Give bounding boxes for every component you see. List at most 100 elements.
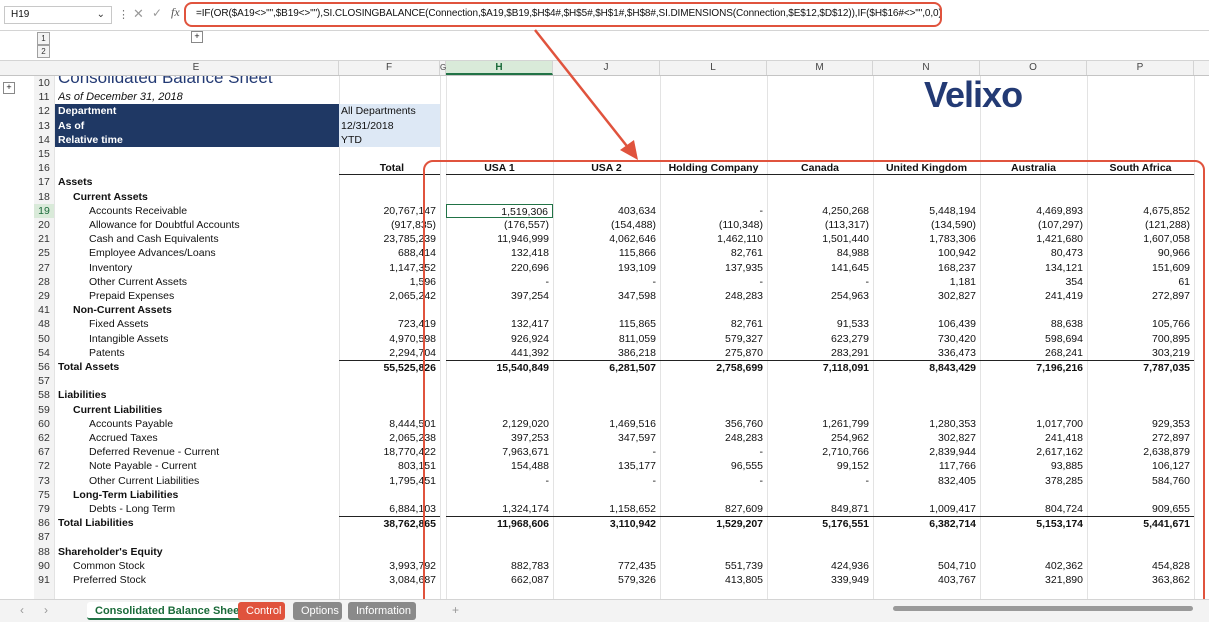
row-header[interactable]: 29 [34, 289, 54, 303]
group-label[interactable]: Long-Term Liabilities [73, 488, 338, 502]
total-cell[interactable]: 6,382,714 [873, 516, 980, 530]
value-cell[interactable]: 339,949 [767, 573, 873, 587]
value-cell[interactable]: 4,970,598 [339, 332, 440, 346]
total-cell[interactable]: 8,843,429 [873, 360, 980, 374]
total-cell[interactable]: 2,758,699 [660, 360, 767, 374]
value-cell[interactable]: 99,152 [767, 459, 873, 473]
row-header[interactable]: 14 [34, 133, 54, 147]
value-cell[interactable]: 115,865 [553, 317, 660, 331]
section-label[interactable]: Shareholder's Equity [58, 545, 338, 559]
total-cell[interactable]: 5,153,174 [980, 516, 1087, 530]
group-label[interactable]: Preferred Stock [73, 573, 338, 587]
total-cell[interactable]: 15,540,849 [446, 360, 553, 374]
account-label[interactable]: Allowance for Doubtful Accounts [89, 218, 339, 232]
row-header[interactable]: 90 [34, 559, 54, 573]
value-cell[interactable]: 803,151 [339, 459, 440, 473]
value-cell[interactable]: 248,283 [660, 431, 767, 445]
row-header[interactable]: 62 [34, 431, 54, 445]
value-cell[interactable]: 356,760 [660, 417, 767, 431]
value-cell[interactable]: 832,405 [873, 474, 980, 488]
value-cell[interactable]: 504,710 [873, 559, 980, 573]
value-cell[interactable]: 272,897 [1087, 289, 1194, 303]
add-sheet-icon[interactable]: + [452, 603, 459, 617]
value-cell[interactable]: 2,638,879 [1087, 445, 1194, 459]
row-header[interactable]: 67 [34, 445, 54, 459]
value-cell[interactable]: 23,785,239 [339, 232, 440, 246]
value-cell[interactable]: 1,607,058 [1087, 232, 1194, 246]
value-cell[interactable]: 730,420 [873, 332, 980, 346]
column-title[interactable]: Canada [767, 161, 873, 176]
total-cell[interactable]: 6,281,507 [553, 360, 660, 374]
value-cell[interactable]: 2,129,020 [446, 417, 553, 431]
account-label[interactable]: Accrued Taxes [89, 431, 339, 445]
value-cell[interactable]: 1,009,417 [873, 502, 980, 516]
group-label[interactable]: Non-Current Assets [73, 303, 338, 317]
column-title[interactable]: Holding Company [660, 161, 767, 176]
value-cell[interactable]: 134,121 [980, 261, 1087, 275]
value-cell[interactable]: 2,065,242 [339, 289, 440, 303]
row-header[interactable]: 72 [34, 459, 54, 473]
row-header[interactable]: 57 [34, 374, 54, 388]
value-cell[interactable]: 20,767,147 [339, 204, 440, 218]
value-cell[interactable]: 402,362 [980, 559, 1087, 573]
value-cell[interactable]: 1,158,652 [553, 502, 660, 516]
param-value[interactable]: 12/31/2018 [339, 118, 440, 133]
page-title[interactable]: Consolidated Balance Sheet [58, 76, 338, 90]
value-cell[interactable]: (113,317) [767, 218, 873, 232]
column-header-f[interactable]: F [339, 61, 440, 75]
value-cell[interactable]: 254,962 [767, 431, 873, 445]
value-cell[interactable]: 354 [980, 275, 1087, 289]
column-header-j[interactable]: J [553, 61, 660, 75]
column-header-l[interactable]: L [660, 61, 767, 75]
value-cell[interactable]: 1,261,799 [767, 417, 873, 431]
value-cell[interactable]: 7,963,671 [446, 445, 553, 459]
chevron-down-icon[interactable]: ⌄ [97, 7, 105, 23]
value-cell[interactable]: 929,353 [1087, 417, 1194, 431]
value-cell[interactable]: 584,760 [1087, 474, 1194, 488]
value-cell[interactable]: 1,469,516 [553, 417, 660, 431]
value-cell[interactable]: 1,421,680 [980, 232, 1087, 246]
value-cell[interactable]: 18,770,422 [339, 445, 440, 459]
value-cell[interactable]: 378,285 [980, 474, 1087, 488]
account-label[interactable]: Intangible Assets [89, 332, 339, 346]
row-header[interactable]: 60 [34, 417, 54, 431]
value-cell[interactable]: 579,326 [553, 573, 660, 587]
row-header[interactable]: 50 [34, 332, 54, 346]
value-cell[interactable]: 1,519,306 [446, 203, 553, 218]
column-title[interactable]: Total [339, 161, 440, 176]
total-cell[interactable]: 55,525,826 [339, 360, 440, 374]
param-label[interactable]: Department [55, 104, 339, 119]
value-cell[interactable]: 82,761 [660, 317, 767, 331]
row-header[interactable]: 25 [34, 246, 54, 260]
value-cell[interactable]: 106,127 [1087, 459, 1194, 473]
value-cell[interactable]: 283,291 [767, 346, 873, 360]
column-title[interactable]: South Africa [1087, 161, 1194, 176]
value-cell[interactable]: 804,724 [980, 502, 1087, 516]
value-cell[interactable]: - [660, 445, 767, 459]
value-cell[interactable]: 662,087 [446, 573, 553, 587]
value-cell[interactable]: 1,147,352 [339, 261, 440, 275]
row-header[interactable]: 15 [34, 147, 54, 161]
row-header[interactable]: 75 [34, 488, 54, 502]
value-cell[interactable]: 4,469,893 [980, 204, 1087, 218]
value-cell[interactable]: - [553, 275, 660, 289]
value-cell[interactable]: 272,897 [1087, 431, 1194, 445]
value-cell[interactable]: - [660, 275, 767, 289]
account-label[interactable]: Deferred Revenue - Current [89, 445, 339, 459]
account-label[interactable]: Debts - Long Term [89, 502, 339, 516]
row-header[interactable]: 87 [34, 530, 54, 544]
horizontal-scrollbar[interactable] [893, 606, 1193, 611]
name-box[interactable]: H19 ⌄ [4, 6, 112, 24]
value-cell[interactable]: 193,109 [553, 261, 660, 275]
value-cell[interactable]: 827,609 [660, 502, 767, 516]
value-cell[interactable]: 105,766 [1087, 317, 1194, 331]
chevron-right-icon[interactable]: › [44, 603, 48, 617]
account-label[interactable]: Inventory [89, 261, 339, 275]
value-cell[interactable]: - [660, 474, 767, 488]
value-cell[interactable]: 1,462,110 [660, 232, 767, 246]
value-cell[interactable]: 5,448,194 [873, 204, 980, 218]
account-label[interactable]: Accounts Receivable [89, 204, 339, 218]
value-cell[interactable]: 302,827 [873, 431, 980, 445]
value-cell[interactable]: 154,488 [446, 459, 553, 473]
value-cell[interactable]: 84,988 [767, 246, 873, 260]
